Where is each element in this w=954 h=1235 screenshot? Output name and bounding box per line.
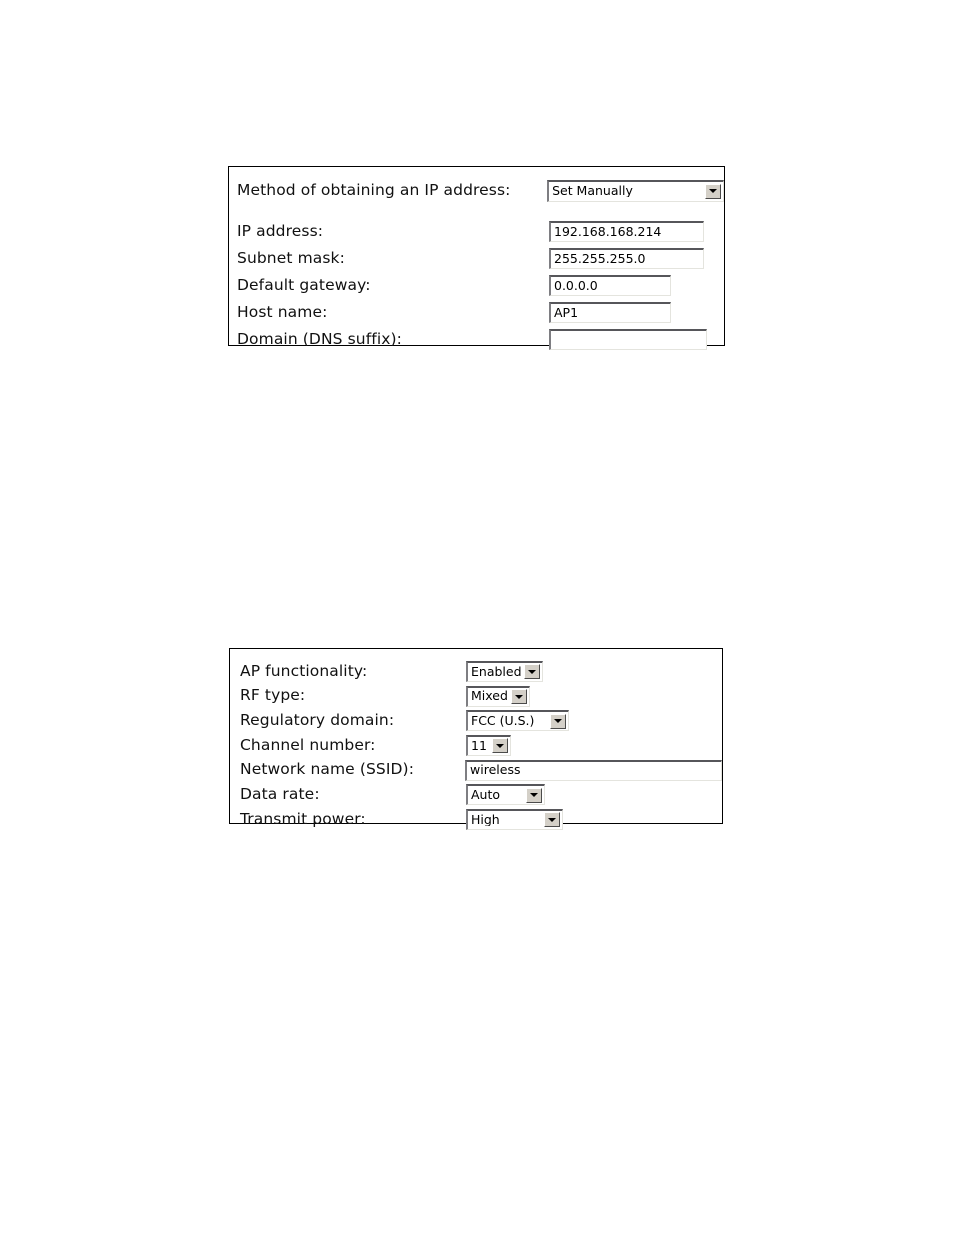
label-domain-dns-suffix: Domain (DNS suffix):: [237, 329, 402, 348]
label-host-name: Host name:: [237, 302, 328, 321]
default-gateway-input[interactable]: 0.0.0.0: [549, 275, 671, 296]
ip-address-input[interactable]: 192.168.168.214: [549, 221, 704, 242]
ap-functionality-value: Enabled: [471, 665, 522, 679]
chevron-down-icon[interactable]: [705, 183, 721, 199]
label-ip-address: IP address:: [237, 221, 324, 240]
chevron-down-icon[interactable]: [526, 787, 542, 803]
rf-type-value: Mixed: [471, 690, 508, 703]
ap-functionality-dropdown[interactable]: Enabled: [466, 660, 543, 682]
form-row-ip-method: Method of obtaining an IP address: Set M…: [229, 177, 724, 204]
network-name-ssid-input[interactable]: wireless: [465, 759, 722, 781]
form-row-host-name: Host name: AP1: [229, 299, 724, 326]
ip-address-configuration-panel: Method of obtaining an IP address: Set M…: [228, 166, 725, 350]
ip-method-dropdown[interactable]: Set Manually: [547, 179, 724, 202]
form-row-default-gateway: Default gateway: 0.0.0.0: [229, 272, 724, 299]
form-row-subnet-mask: Subnet mask: 255.255.255.0: [229, 245, 724, 272]
regulatory-domain-dropdown[interactable]: FCC (U.S.): [466, 710, 569, 732]
label-network-name-ssid: Network name (SSID):: [240, 760, 415, 779]
subnet-mask-input[interactable]: 255.255.255.0: [549, 248, 704, 269]
label-rf-type: RF type:: [240, 686, 306, 705]
form-row-domain-dns-suffix: Domain (DNS suffix):: [229, 326, 724, 353]
label-channel-number: Channel number:: [240, 735, 376, 754]
chevron-down-icon[interactable]: [550, 713, 566, 729]
host-name-input[interactable]: AP1: [549, 302, 671, 323]
wireless-panel-body: AP functionality: Enabled RF type: Mixed…: [230, 649, 722, 830]
form-row-regulatory-domain: Regulatory domain: FCC (U.S.): [230, 708, 722, 733]
form-row-transmit-power: Transmit power: High: [230, 807, 722, 832]
data-rate-value: Auto: [471, 789, 501, 802]
form-row-data-rate: Data rate: Auto: [230, 782, 722, 807]
form-row-rf-type: RF type: Mixed: [230, 684, 722, 709]
label-ip-method: Method of obtaining an IP address:: [237, 180, 511, 199]
rf-type-dropdown[interactable]: Mixed: [466, 685, 530, 707]
chevron-down-icon[interactable]: [544, 812, 560, 828]
channel-number-value: 11: [471, 739, 487, 753]
label-transmit-power: Transmit power:: [240, 809, 366, 828]
transmit-power-value: High: [471, 813, 500, 827]
transmit-power-dropdown[interactable]: High: [466, 808, 563, 830]
form-row-ap-functionality: AP functionality: Enabled: [230, 659, 722, 684]
ip-method-value: Set Manually: [552, 184, 633, 198]
regulatory-domain-value: FCC (U.S.): [471, 714, 535, 728]
label-data-rate: Data rate:: [240, 785, 320, 804]
label-subnet-mask: Subnet mask:: [237, 248, 345, 267]
data-rate-dropdown[interactable]: Auto: [466, 784, 545, 806]
ip-panel-body: Method of obtaining an IP address: Set M…: [229, 167, 724, 350]
document-page: Method of obtaining an IP address: Set M…: [0, 0, 954, 1235]
label-default-gateway: Default gateway:: [237, 275, 371, 294]
label-regulatory-domain: Regulatory domain:: [240, 710, 395, 729]
chevron-down-icon[interactable]: [524, 664, 540, 680]
wireless-configuration-panel: AP functionality: Enabled RF type: Mixed…: [229, 648, 723, 830]
chevron-down-icon[interactable]: [511, 689, 527, 705]
channel-number-dropdown[interactable]: 11: [466, 734, 511, 756]
form-row-channel-number: Channel number: 11: [230, 733, 722, 758]
domain-dns-suffix-input[interactable]: [549, 329, 707, 350]
chevron-down-icon[interactable]: [492, 738, 508, 754]
form-row-network-name-ssid: Network name (SSID): wireless: [230, 758, 722, 783]
label-ap-functionality: AP functionality:: [240, 661, 368, 680]
form-row-ip-address: IP address: 192.168.168.214: [229, 218, 724, 245]
